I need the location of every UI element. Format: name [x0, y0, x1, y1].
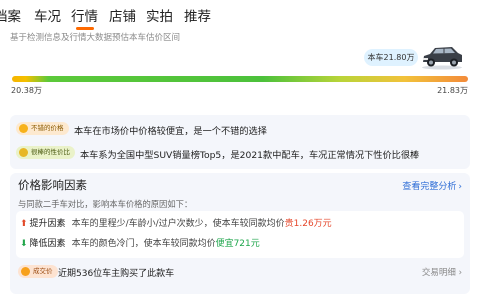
- tab-recommend[interactable]: 推荐: [184, 5, 211, 25]
- factor-increase-row: ⬆ 提升因素 本车的里程少/车龄小/过户次数少，使本车较同款均价贵1.26万元: [20, 216, 332, 229]
- transaction-details-label: 交易明细: [421, 268, 456, 278]
- factor-increase-desc: 本车的里程少/车龄小/过户次数少，使本车较同款均价: [71, 219, 285, 229]
- price-highlights-card: 不错的价格 本车在市场价中价格较便宜，是一个不错的选择 很棒的性价比 本车系为全…: [10, 115, 470, 169]
- factor-decrease-desc: 本车的颜色冷门，使本车较同款均价: [71, 239, 216, 249]
- good-price-tag: 不错的价格: [16, 122, 69, 135]
- price-max-label: 21.83万: [437, 86, 468, 95]
- tab-market[interactable]: 行情: [71, 5, 98, 25]
- factors-subtitle: 与同款二手车对比，影响本车价格的原因如下：: [18, 199, 193, 209]
- good-price-tag-label: 不错的价格: [31, 124, 64, 132]
- full-analysis-label: 查看完整分析: [402, 182, 457, 192]
- factor-decrease-value: 便宜721元: [215, 239, 260, 249]
- suv-car-icon: [422, 47, 462, 70]
- deal-count-text: 近期536位车主购买了此款车: [58, 269, 175, 279]
- full-analysis-link[interactable]: 查看完整分析 ›: [402, 179, 462, 192]
- chevron-right-icon: ›: [458, 182, 462, 192]
- current-price-tag: 本车21.80万: [364, 49, 418, 66]
- valuation-subtitle: 基于检测信息及行情大数据预估本车估价区间: [10, 33, 181, 43]
- price-factors-card: 价格影响因素 查看完整分析 › 与同款二手车对比，影响本车价格的原因如下： ⬆ 提升…: [10, 173, 470, 294]
- transaction-details-link[interactable]: 交易明细 ›: [422, 266, 462, 278]
- smile-icon: [21, 267, 30, 276]
- factor-increase-label: 提升因素: [29, 219, 66, 229]
- chevron-right-icon: ›: [458, 268, 462, 278]
- arrow-up-icon: ⬆: [20, 219, 28, 229]
- smile-icon: [19, 124, 28, 133]
- factor-decrease-row: ⬇ 降低因素 本车的颜色冷门，使本车较同款均价便宜721元: [20, 236, 260, 249]
- grin-icon: [19, 148, 28, 157]
- tab-condition[interactable]: 车况: [34, 5, 61, 25]
- good-price-text: 本车在市场价中价格较便宜，是一个不错的选择: [74, 126, 267, 137]
- active-tab-indicator: [76, 27, 94, 30]
- value-tag-label: 很棒的性价比: [31, 148, 70, 156]
- factor-decrease-label: 降低因素: [29, 239, 66, 249]
- price-range-bar: [12, 76, 468, 82]
- deal-price-tag-label: 成交价: [33, 267, 53, 275]
- factor-increase-value: 贵1.26万元: [284, 219, 332, 229]
- tab-archive[interactable]: 档案: [0, 5, 21, 25]
- factors-title: 价格影响因素: [18, 178, 87, 192]
- value-tag: 很棒的性价比: [16, 146, 75, 159]
- tab-photos[interactable]: 实拍: [146, 5, 173, 25]
- price-min-label: 20.38万: [11, 86, 42, 95]
- value-text: 本车系为全国中型SUV销量榜Top5，是2021款中配车，车况正常情况下性价比很…: [80, 150, 420, 161]
- arrow-down-icon: ⬇: [20, 239, 28, 249]
- factors-list: ⬆ 提升因素 本车的里程少/车龄小/过户次数少，使本车较同款均价贵1.26万元 ⬇ 降…: [16, 211, 464, 258]
- top-nav: 档案 车况 行情 店铺 实拍 推荐: [0, 0, 480, 30]
- tab-store[interactable]: 店铺: [109, 5, 136, 25]
- deal-price-tag: 成交价: [18, 265, 58, 278]
